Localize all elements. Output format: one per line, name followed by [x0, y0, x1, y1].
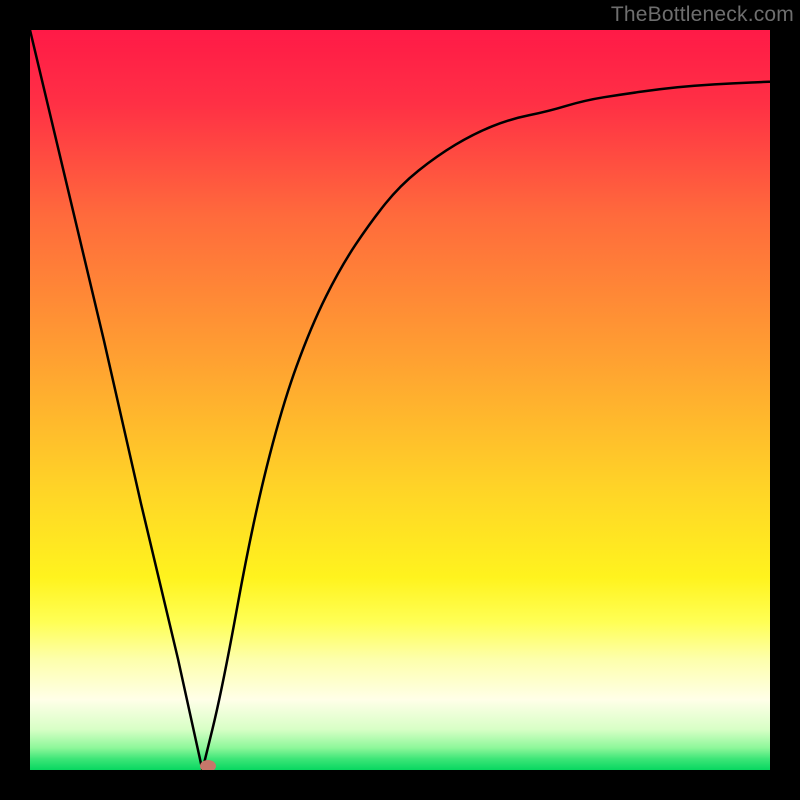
chart-frame: TheBottleneck.com	[0, 0, 800, 800]
watermark-text: TheBottleneck.com	[611, 3, 794, 27]
bottleneck-curve	[30, 30, 770, 770]
minimum-marker	[200, 760, 216, 770]
plot-area	[30, 30, 770, 770]
